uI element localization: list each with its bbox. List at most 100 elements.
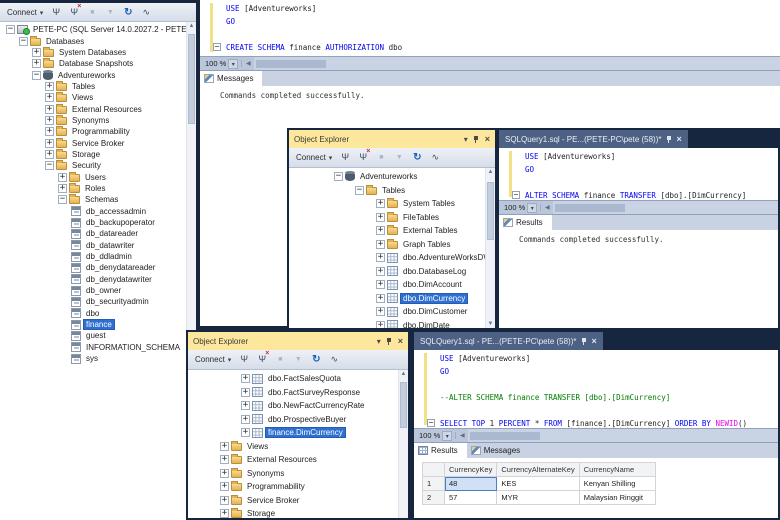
- horizontal-scrollbar[interactable]: [468, 429, 778, 442]
- tree-item-synonyms[interactable]: +Synonyms: [0, 115, 196, 126]
- expand-glyph[interactable]: +: [376, 226, 385, 235]
- expand-glyph[interactable]: +: [32, 48, 41, 57]
- tree-item-dbo-dimdate[interactable]: +dbo.DimDate: [289, 319, 495, 329]
- tree-item-db-denydatawriter[interactable]: db_denydatawriter: [0, 274, 196, 285]
- tree-item-security[interactable]: −Security: [0, 160, 196, 171]
- expand-glyph[interactable]: +: [376, 321, 385, 328]
- tree-item-guest[interactable]: guest: [0, 330, 196, 341]
- disconnect-plug-icon[interactable]: [68, 7, 80, 18]
- auto-hide-pin-icon[interactable]: [473, 135, 480, 144]
- column-header-currencyname[interactable]: CurrencyName: [579, 463, 655, 477]
- refresh-icon[interactable]: [411, 152, 423, 163]
- tree-item-dbo[interactable]: dbo: [0, 308, 196, 319]
- grid-cell[interactable]: KES: [497, 477, 579, 491]
- tree-item-finance[interactable]: finance: [0, 319, 196, 330]
- tree-item-storage[interactable]: +Storage: [188, 507, 408, 518]
- tree-item-dbo-newfactcurrencyrate[interactable]: +dbo.NewFactCurrencyRate: [188, 399, 408, 413]
- expand-glyph[interactable]: +: [220, 482, 229, 491]
- tree-item-database-snapshots[interactable]: +Database Snapshots: [0, 58, 196, 69]
- window-position-icon[interactable]: [464, 135, 468, 144]
- scroll-up-icon[interactable]: ▲: [187, 23, 196, 29]
- close-icon[interactable]: [592, 336, 597, 346]
- stop-icon[interactable]: [375, 152, 387, 163]
- expand-glyph[interactable]: +: [58, 184, 67, 193]
- tree-item-adventureworks[interactable]: −Adventureworks: [289, 170, 495, 184]
- grid-cell[interactable]: MYR: [497, 491, 579, 505]
- filter-icon[interactable]: [393, 152, 405, 163]
- expand-glyph[interactable]: +: [220, 496, 229, 505]
- tree-item-tables[interactable]: −Tables: [289, 184, 495, 198]
- fold-collapse-glyph[interactable]: −: [512, 191, 520, 199]
- tree-item-pete-pc-sql-server-14-0-2027-2-pete-pc-pet[interactable]: −PETE-PC (SQL Server 14.0.2027.2 - PETE-…: [0, 24, 196, 35]
- tree-item-sys[interactable]: sys: [0, 353, 196, 364]
- tree-item-dbo-factsurveyresponse[interactable]: +dbo.FactSurveyResponse: [188, 386, 408, 400]
- tree-item-db-accessadmin[interactable]: db_accessadmin: [0, 206, 196, 217]
- collapse-glyph[interactable]: −: [6, 25, 15, 34]
- expand-glyph[interactable]: +: [241, 428, 250, 437]
- tab-results[interactable]: Results: [414, 443, 467, 458]
- sql-editor[interactable]: USE [Adventureworks]GO--ALTER SCHEMA fin…: [414, 350, 778, 428]
- expand-glyph[interactable]: +: [32, 59, 41, 68]
- expand-glyph[interactable]: +: [45, 82, 54, 91]
- grid-cell[interactable]: 48: [445, 477, 497, 491]
- activity-monitor-icon[interactable]: [328, 354, 340, 365]
- window-title-bar[interactable]: Object Explorer: [289, 130, 495, 148]
- scroll-down-icon[interactable]: ▼: [486, 321, 495, 327]
- auto-hide-pin-icon[interactable]: [386, 337, 393, 346]
- scrollbar-thumb[interactable]: [400, 382, 407, 428]
- stop-icon[interactable]: [86, 7, 98, 18]
- connect-button[interactable]: Connect: [7, 8, 43, 17]
- expand-glyph[interactable]: +: [45, 150, 54, 159]
- row-number-cell[interactable]: 1: [423, 477, 445, 491]
- expand-glyph[interactable]: +: [58, 173, 67, 182]
- tab-messages[interactable]: Messages: [467, 443, 529, 458]
- expand-glyph[interactable]: +: [45, 105, 54, 114]
- vertical-scrollbar[interactable]: ▲ ▼: [485, 168, 495, 328]
- expand-glyph[interactable]: +: [45, 139, 54, 148]
- tree-item-databases[interactable]: −Databases: [0, 35, 196, 46]
- zoom-dropdown-icon[interactable]: [228, 59, 238, 69]
- close-icon[interactable]: [398, 336, 403, 346]
- document-tab[interactable]: SQLQuery1.sql - PE...(PETE-PC\pete (58))…: [414, 332, 603, 350]
- expand-glyph[interactable]: +: [376, 280, 385, 289]
- stop-icon[interactable]: [274, 354, 286, 365]
- expand-glyph[interactable]: +: [241, 401, 250, 410]
- expand-glyph[interactable]: +: [376, 199, 385, 208]
- collapse-glyph[interactable]: −: [19, 37, 28, 46]
- tree-item-storage[interactable]: +Storage: [0, 149, 196, 160]
- tree-item-dbo-dimaccount[interactable]: +dbo.DimAccount: [289, 278, 495, 292]
- pin-icon[interactable]: [666, 135, 673, 144]
- tree-item-tables[interactable]: +Tables: [0, 81, 196, 92]
- row-number-cell[interactable]: 2: [423, 491, 445, 505]
- collapse-glyph[interactable]: −: [334, 172, 343, 181]
- filter-icon[interactable]: [292, 354, 304, 365]
- tree-item-dbo-dimcustomer[interactable]: +dbo.DimCustomer: [289, 305, 495, 319]
- expand-glyph[interactable]: +: [376, 213, 385, 222]
- close-icon[interactable]: [485, 134, 490, 144]
- tree-item-db-datawriter[interactable]: db_datawriter: [0, 240, 196, 251]
- window-position-icon[interactable]: [377, 337, 381, 346]
- tree-item-db-ddladmin[interactable]: db_ddladmin: [0, 251, 196, 262]
- connect-plug-icon[interactable]: [339, 152, 351, 163]
- scroll-up-icon[interactable]: ▲: [399, 371, 408, 377]
- pin-icon[interactable]: [581, 337, 588, 346]
- tree-item-external-resources[interactable]: +External Resources: [0, 103, 196, 114]
- expand-glyph[interactable]: +: [376, 307, 385, 316]
- connect-button[interactable]: Connect: [195, 355, 231, 364]
- document-tab[interactable]: SQLQuery1.sql - PE...(PETE-PC\pete (58))…: [499, 130, 688, 148]
- tree-item-synonyms[interactable]: +Synonyms: [188, 467, 408, 481]
- sql-editor[interactable]: USE [Adventureworks]GO−CREATE SCHEMA fin…: [200, 0, 780, 56]
- scrollbar-thumb[interactable]: [470, 432, 540, 440]
- connect-button[interactable]: Connect: [296, 153, 332, 162]
- tree-item-dbo-dimcurrency[interactable]: +dbo.DimCurrency: [289, 292, 495, 306]
- tree-item-filetables[interactable]: +FileTables: [289, 211, 495, 225]
- tree-item-service-broker[interactable]: +Service Broker: [0, 137, 196, 148]
- window-title-bar[interactable]: Object Explorer: [188, 332, 408, 350]
- tree-item-external-tables[interactable]: +External Tables: [289, 224, 495, 238]
- expand-glyph[interactable]: +: [376, 240, 385, 249]
- expand-glyph[interactable]: +: [220, 455, 229, 464]
- collapse-glyph[interactable]: −: [58, 195, 67, 204]
- tree-item-information-schema[interactable]: INFORMATION_SCHEMA: [0, 342, 196, 353]
- tree-item-system-databases[interactable]: +System Databases: [0, 47, 196, 58]
- scrollbar-thumb[interactable]: [555, 204, 625, 212]
